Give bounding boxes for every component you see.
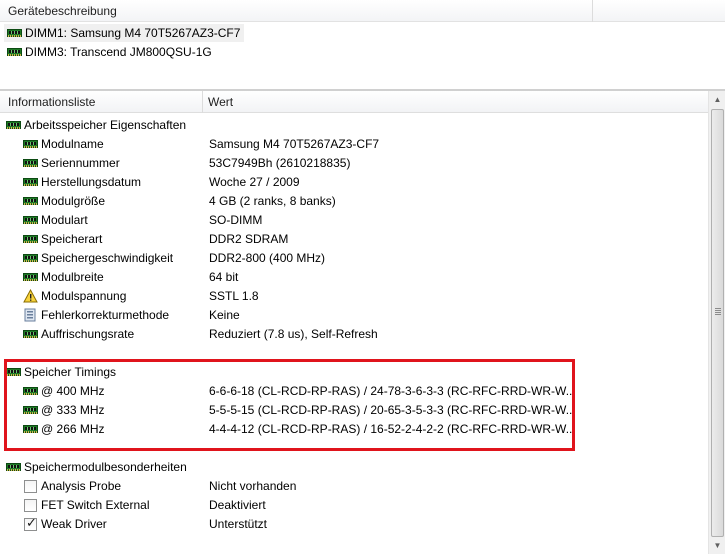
column-separator[interactable] <box>202 91 203 113</box>
field-name: Analysis Probe <box>41 479 122 493</box>
field-value: Nicht vorhanden <box>209 479 297 493</box>
property-row[interactable]: Speichergeschwindigkeit DDR2-800 (400 MHz… <box>0 248 708 267</box>
memory-module-icon <box>7 29 22 37</box>
memory-module-icon <box>23 330 38 338</box>
field-name: Modulart <box>41 213 88 227</box>
scroll-down-arrow-icon[interactable]: ▼ <box>710 537 725 554</box>
field-value: DDR2 SDRAM <box>209 232 289 246</box>
field-value: Woche 27 / 2009 <box>209 175 300 189</box>
scroll-up-arrow-icon[interactable]: ▲ <box>710 91 725 108</box>
device-description-pane: Gerätebeschreibung DIMM1: Samsung M4 70T… <box>0 0 725 90</box>
memory-module-icon <box>23 178 38 186</box>
field-name: Speicherart <box>41 232 103 246</box>
device-header-label: Gerätebeschreibung <box>8 4 117 18</box>
field-name: Modulgröße <box>41 194 106 208</box>
group-title: Speichermodulbesonderheiten <box>24 460 187 474</box>
memory-module-icon <box>23 140 38 148</box>
scrollbar-grip-icon <box>715 308 721 316</box>
field-value: Deaktiviert <box>209 498 266 512</box>
warning-icon <box>23 289 38 303</box>
field-value: DDR2-800 (400 MHz) <box>209 251 326 265</box>
device-item-label: DIMM3: Transcend JM800QSU-1G <box>25 45 212 59</box>
property-row[interactable]: Herstellungsdatum Woche 27 / 2009 <box>0 172 708 191</box>
memory-module-icon <box>23 273 38 281</box>
field-name: Modulname <box>41 137 104 151</box>
timings-highlight-box <box>4 359 575 451</box>
device-item-dimm3[interactable]: DIMM3: Transcend JM800QSU-1G <box>4 43 216 61</box>
property-row[interactable]: Seriennummer 53C7949Bh (2610218835) <box>0 153 708 172</box>
device-item-label: DIMM1: Samsung M4 70T5267AZ3-CF7 <box>25 26 241 40</box>
field-value: Reduziert (7.8 us), Self-Refresh <box>209 327 378 341</box>
field-name: Fehlerkorrekturmethode <box>41 308 170 322</box>
field-name: Modulbreite <box>41 270 104 284</box>
field-value: SSTL 1.8 <box>209 289 259 303</box>
checkbox-unchecked-icon[interactable] <box>24 498 37 512</box>
group-title: Arbeitsspeicher Eigenschaften <box>24 118 187 132</box>
checkbox-unchecked-icon[interactable] <box>24 479 37 493</box>
field-name: Weak Driver <box>41 517 107 531</box>
checkbox-checked-icon[interactable] <box>24 516 37 531</box>
column-separator[interactable] <box>592 0 593 22</box>
list-column-header: Informationsliste Wert <box>0 91 708 113</box>
group-module-features[interactable]: Speichermodulbesonderheiten <box>0 457 708 476</box>
field-value: 53C7949Bh (2610218835) <box>209 156 351 170</box>
property-row[interactable]: Fehlerkorrekturmethode Keine <box>0 305 708 324</box>
vertical-scrollbar[interactable]: ▲ ▼ <box>708 91 725 554</box>
field-value: Unterstützt <box>209 517 268 531</box>
field-value: Samsung M4 70T5267AZ3-CF7 <box>209 137 380 151</box>
field-name: Seriennummer <box>41 156 120 170</box>
feature-row[interactable]: Weak Driver Unterstützt <box>0 514 708 533</box>
memory-module-icon <box>6 463 21 471</box>
memory-module-icon <box>23 216 38 224</box>
information-list-pane: Informationsliste Wert Arbeitsspeicher E… <box>0 91 725 554</box>
memory-module-icon <box>7 48 22 56</box>
field-value: 4 GB (2 ranks, 8 banks) <box>209 194 336 208</box>
field-value: Keine <box>209 308 240 322</box>
memory-module-icon <box>23 235 38 243</box>
property-row[interactable]: Modulname Samsung M4 70T5267AZ3-CF7 <box>0 134 708 153</box>
feature-row[interactable]: Analysis Probe Nicht vorhanden <box>0 476 708 495</box>
field-name: Auffrischungsrate <box>41 327 135 341</box>
field-value: SO-DIMM <box>209 213 263 227</box>
column-header-field[interactable]: Informationsliste <box>8 95 95 109</box>
device-column-header[interactable]: Gerätebeschreibung <box>0 0 725 22</box>
group-memory-properties[interactable]: Arbeitsspeicher Eigenschaften <box>0 115 708 134</box>
feature-row[interactable]: FET Switch External Deaktiviert <box>0 495 708 514</box>
field-name: Modulspannung <box>41 289 127 303</box>
memory-module-icon <box>23 254 38 262</box>
field-value: 64 bit <box>209 270 239 284</box>
property-row[interactable]: Modulspannung SSTL 1.8 <box>0 286 708 305</box>
property-row[interactable]: Speicherart DDR2 SDRAM <box>0 229 708 248</box>
memory-module-icon <box>6 121 21 129</box>
field-name: Herstellungsdatum <box>41 175 142 189</box>
property-row[interactable]: Auffrischungsrate Reduziert (7.8 us), Sel… <box>0 324 708 343</box>
memory-module-icon <box>23 197 38 205</box>
error-correction-icon <box>23 308 38 322</box>
property-row[interactable]: Modulgröße 4 GB (2 ranks, 8 banks) <box>0 191 708 210</box>
device-item-dimm1[interactable]: DIMM1: Samsung M4 70T5267AZ3-CF7 <box>4 24 245 42</box>
field-name: Speichergeschwindigkeit <box>41 251 174 265</box>
field-name: FET Switch External <box>41 498 150 512</box>
scrollbar-thumb[interactable] <box>711 109 724 537</box>
memory-module-icon <box>23 159 38 167</box>
property-row[interactable]: Modulbreite 64 bit <box>0 267 708 286</box>
column-header-value[interactable]: Wert <box>208 95 233 109</box>
property-row[interactable]: Modulart SO-DIMM <box>0 210 708 229</box>
